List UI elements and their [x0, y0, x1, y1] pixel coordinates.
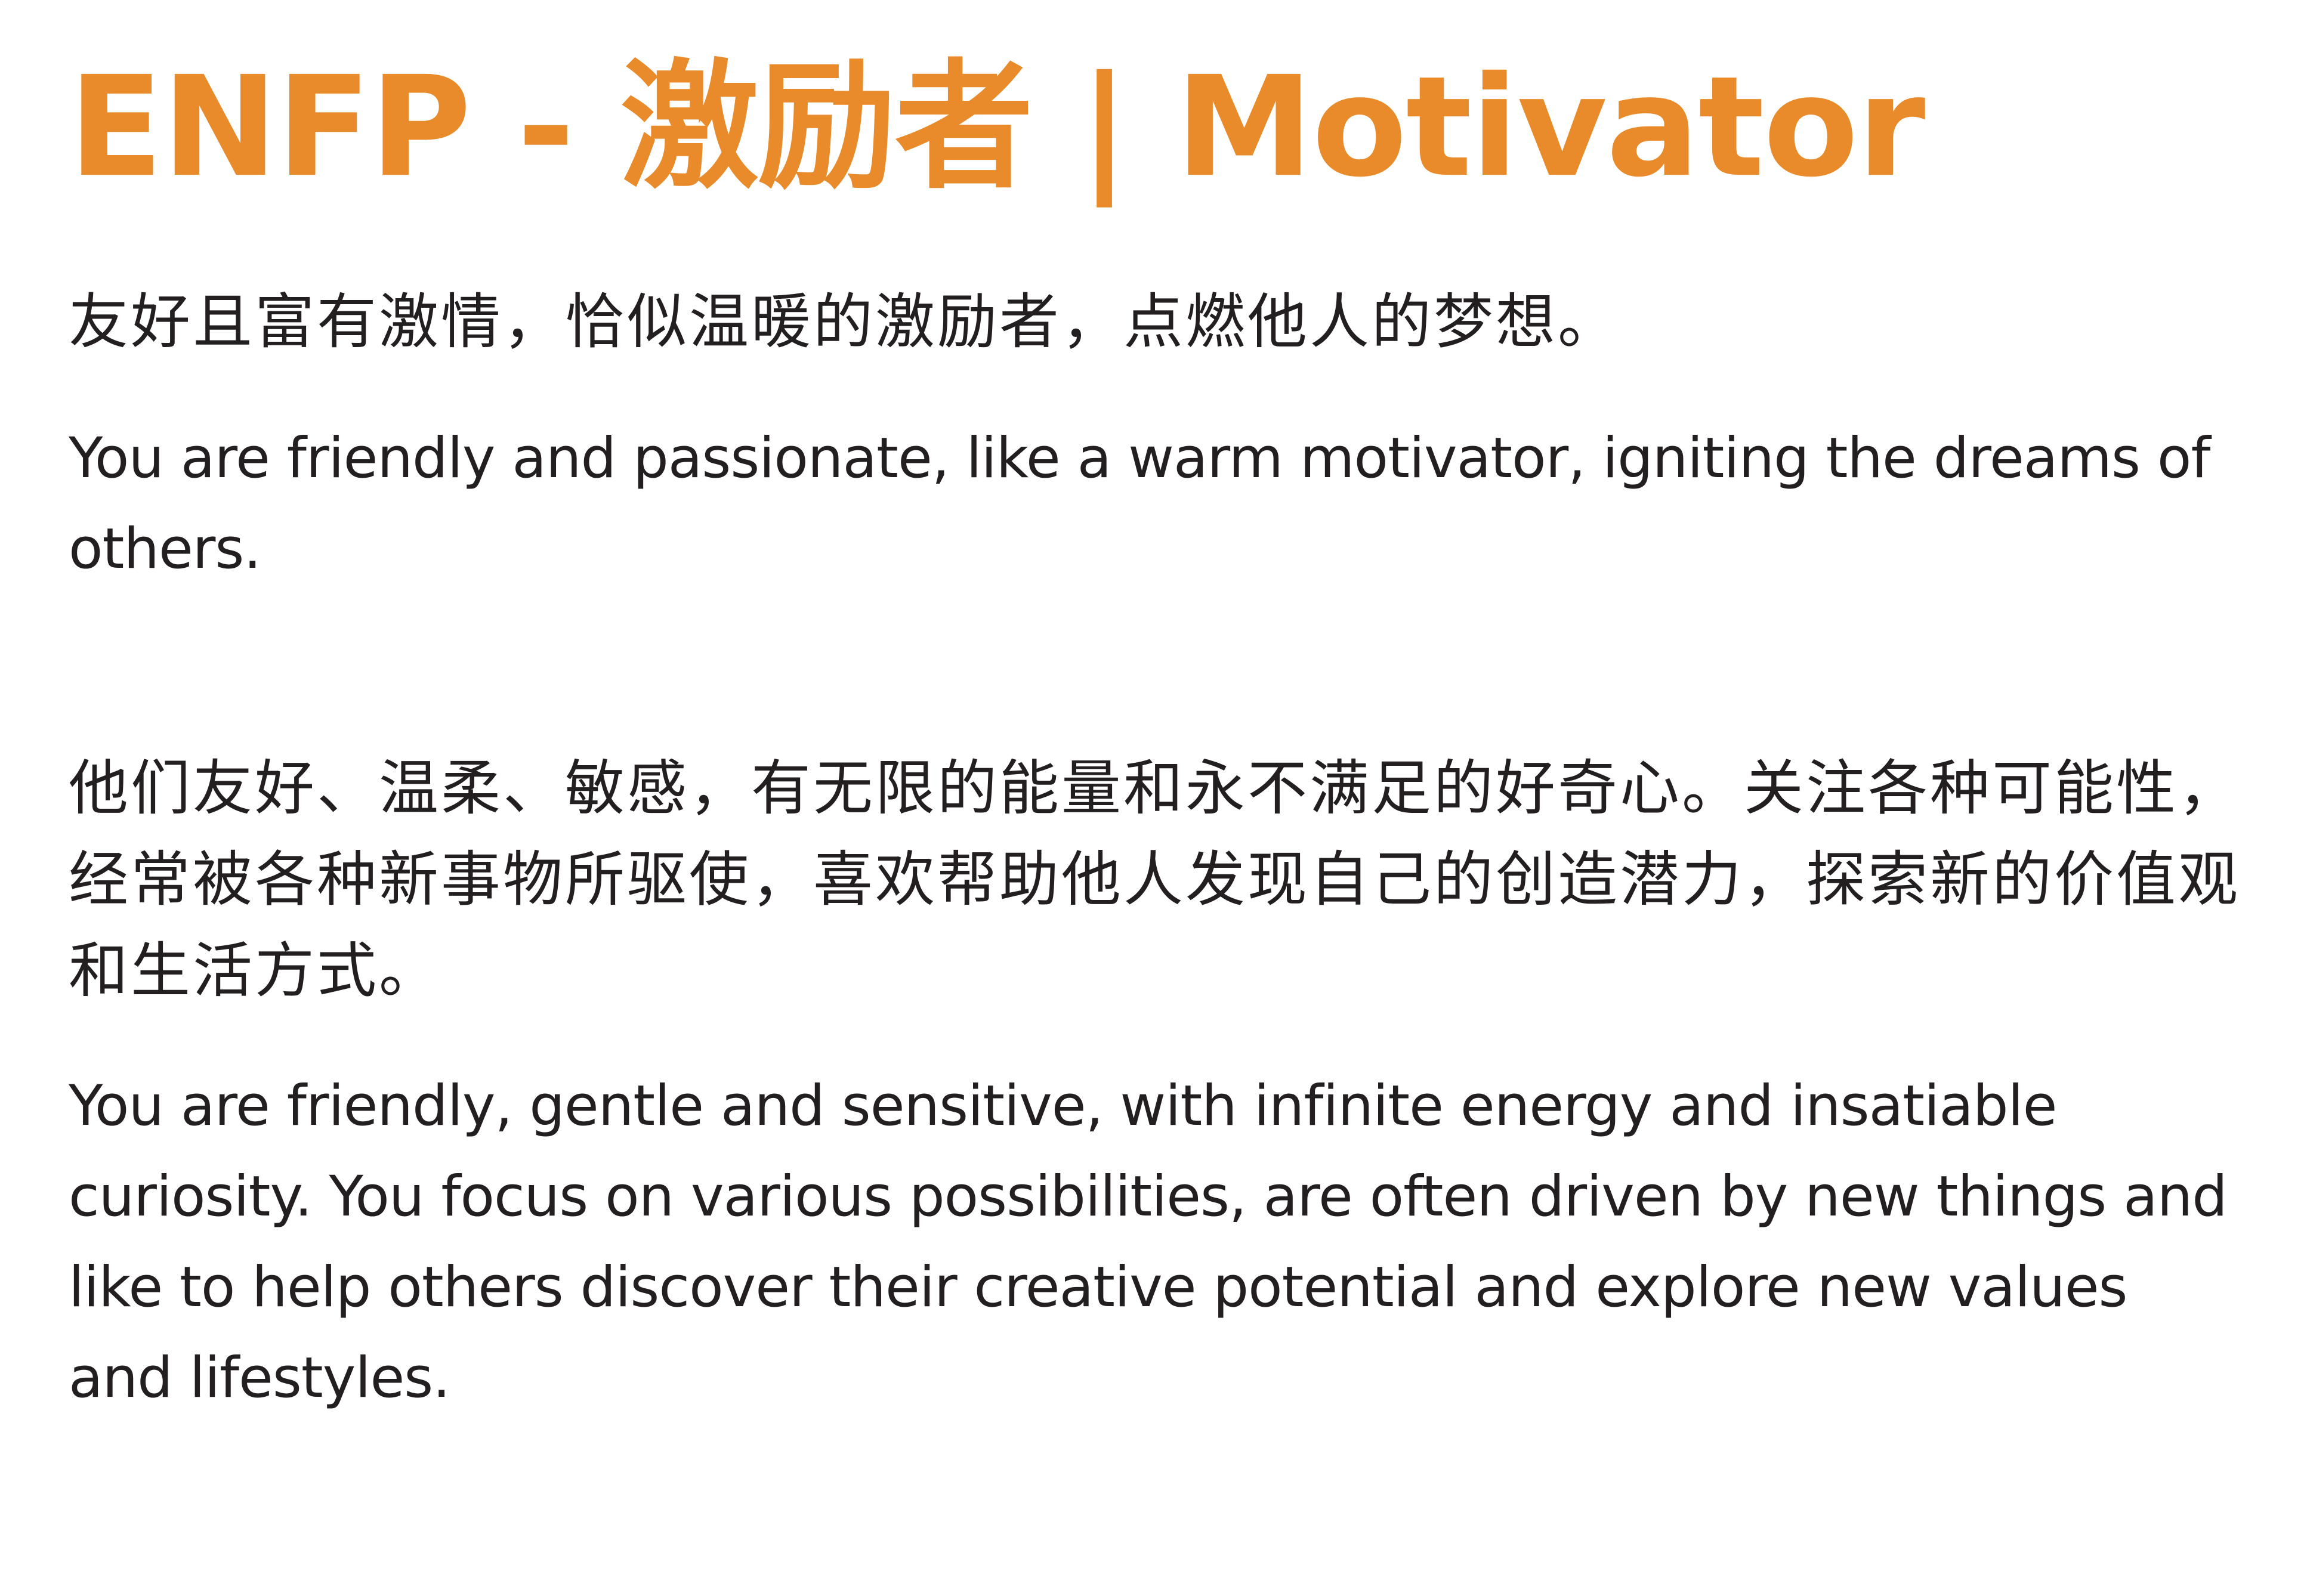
intro-english-text: You are friendly and passionate, like a … — [69, 426, 2210, 582]
description-english-text: You are friendly, gentle and sensitive, … — [69, 1074, 2228, 1411]
page: ENFP - 激励者 | Motivator 友好且富有激情，恰似温暖的激励者，… — [0, 0, 2307, 1596]
page-title: ENFP - 激励者 | Motivator — [69, 47, 1925, 208]
description-chinese-text: 他们友好、温柔、敏感，有无限的能量和永不满足的好奇心。关注各种可能性，经常被各种… — [69, 753, 2240, 1006]
intro-chinese-text: 友好且富有激情，恰似温暖的激励者，点燃他人的梦想。 — [69, 287, 1620, 357]
